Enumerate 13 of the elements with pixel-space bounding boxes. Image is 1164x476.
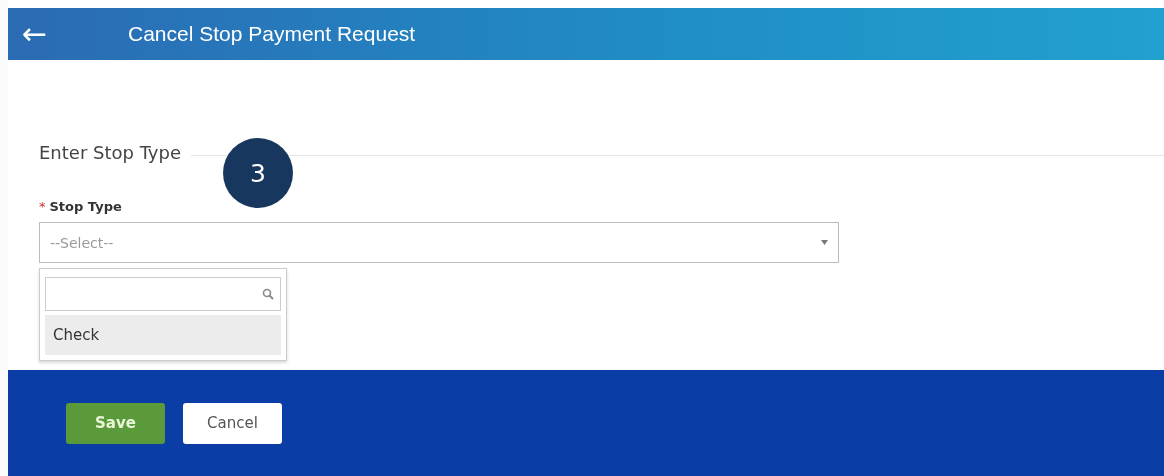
field-label: Stop Type: [49, 199, 122, 214]
section-title: Enter Stop Type: [39, 142, 182, 163]
page-title: Cancel Stop Payment Request: [128, 22, 416, 46]
search-field[interactable]: [45, 277, 281, 311]
caret-icon: [821, 240, 828, 245]
required-marker: *: [39, 199, 46, 214]
search-icon: [262, 288, 274, 300]
back-button[interactable]: ←: [22, 19, 52, 49]
cancel-button[interactable]: Cancel: [183, 402, 282, 444]
select-field[interactable]: --Select--: [39, 222, 839, 263]
step-badge: 3: [223, 138, 293, 208]
save-button[interactable]: Save: [66, 402, 165, 444]
dropdown-option[interactable]: Check: [45, 315, 281, 355]
